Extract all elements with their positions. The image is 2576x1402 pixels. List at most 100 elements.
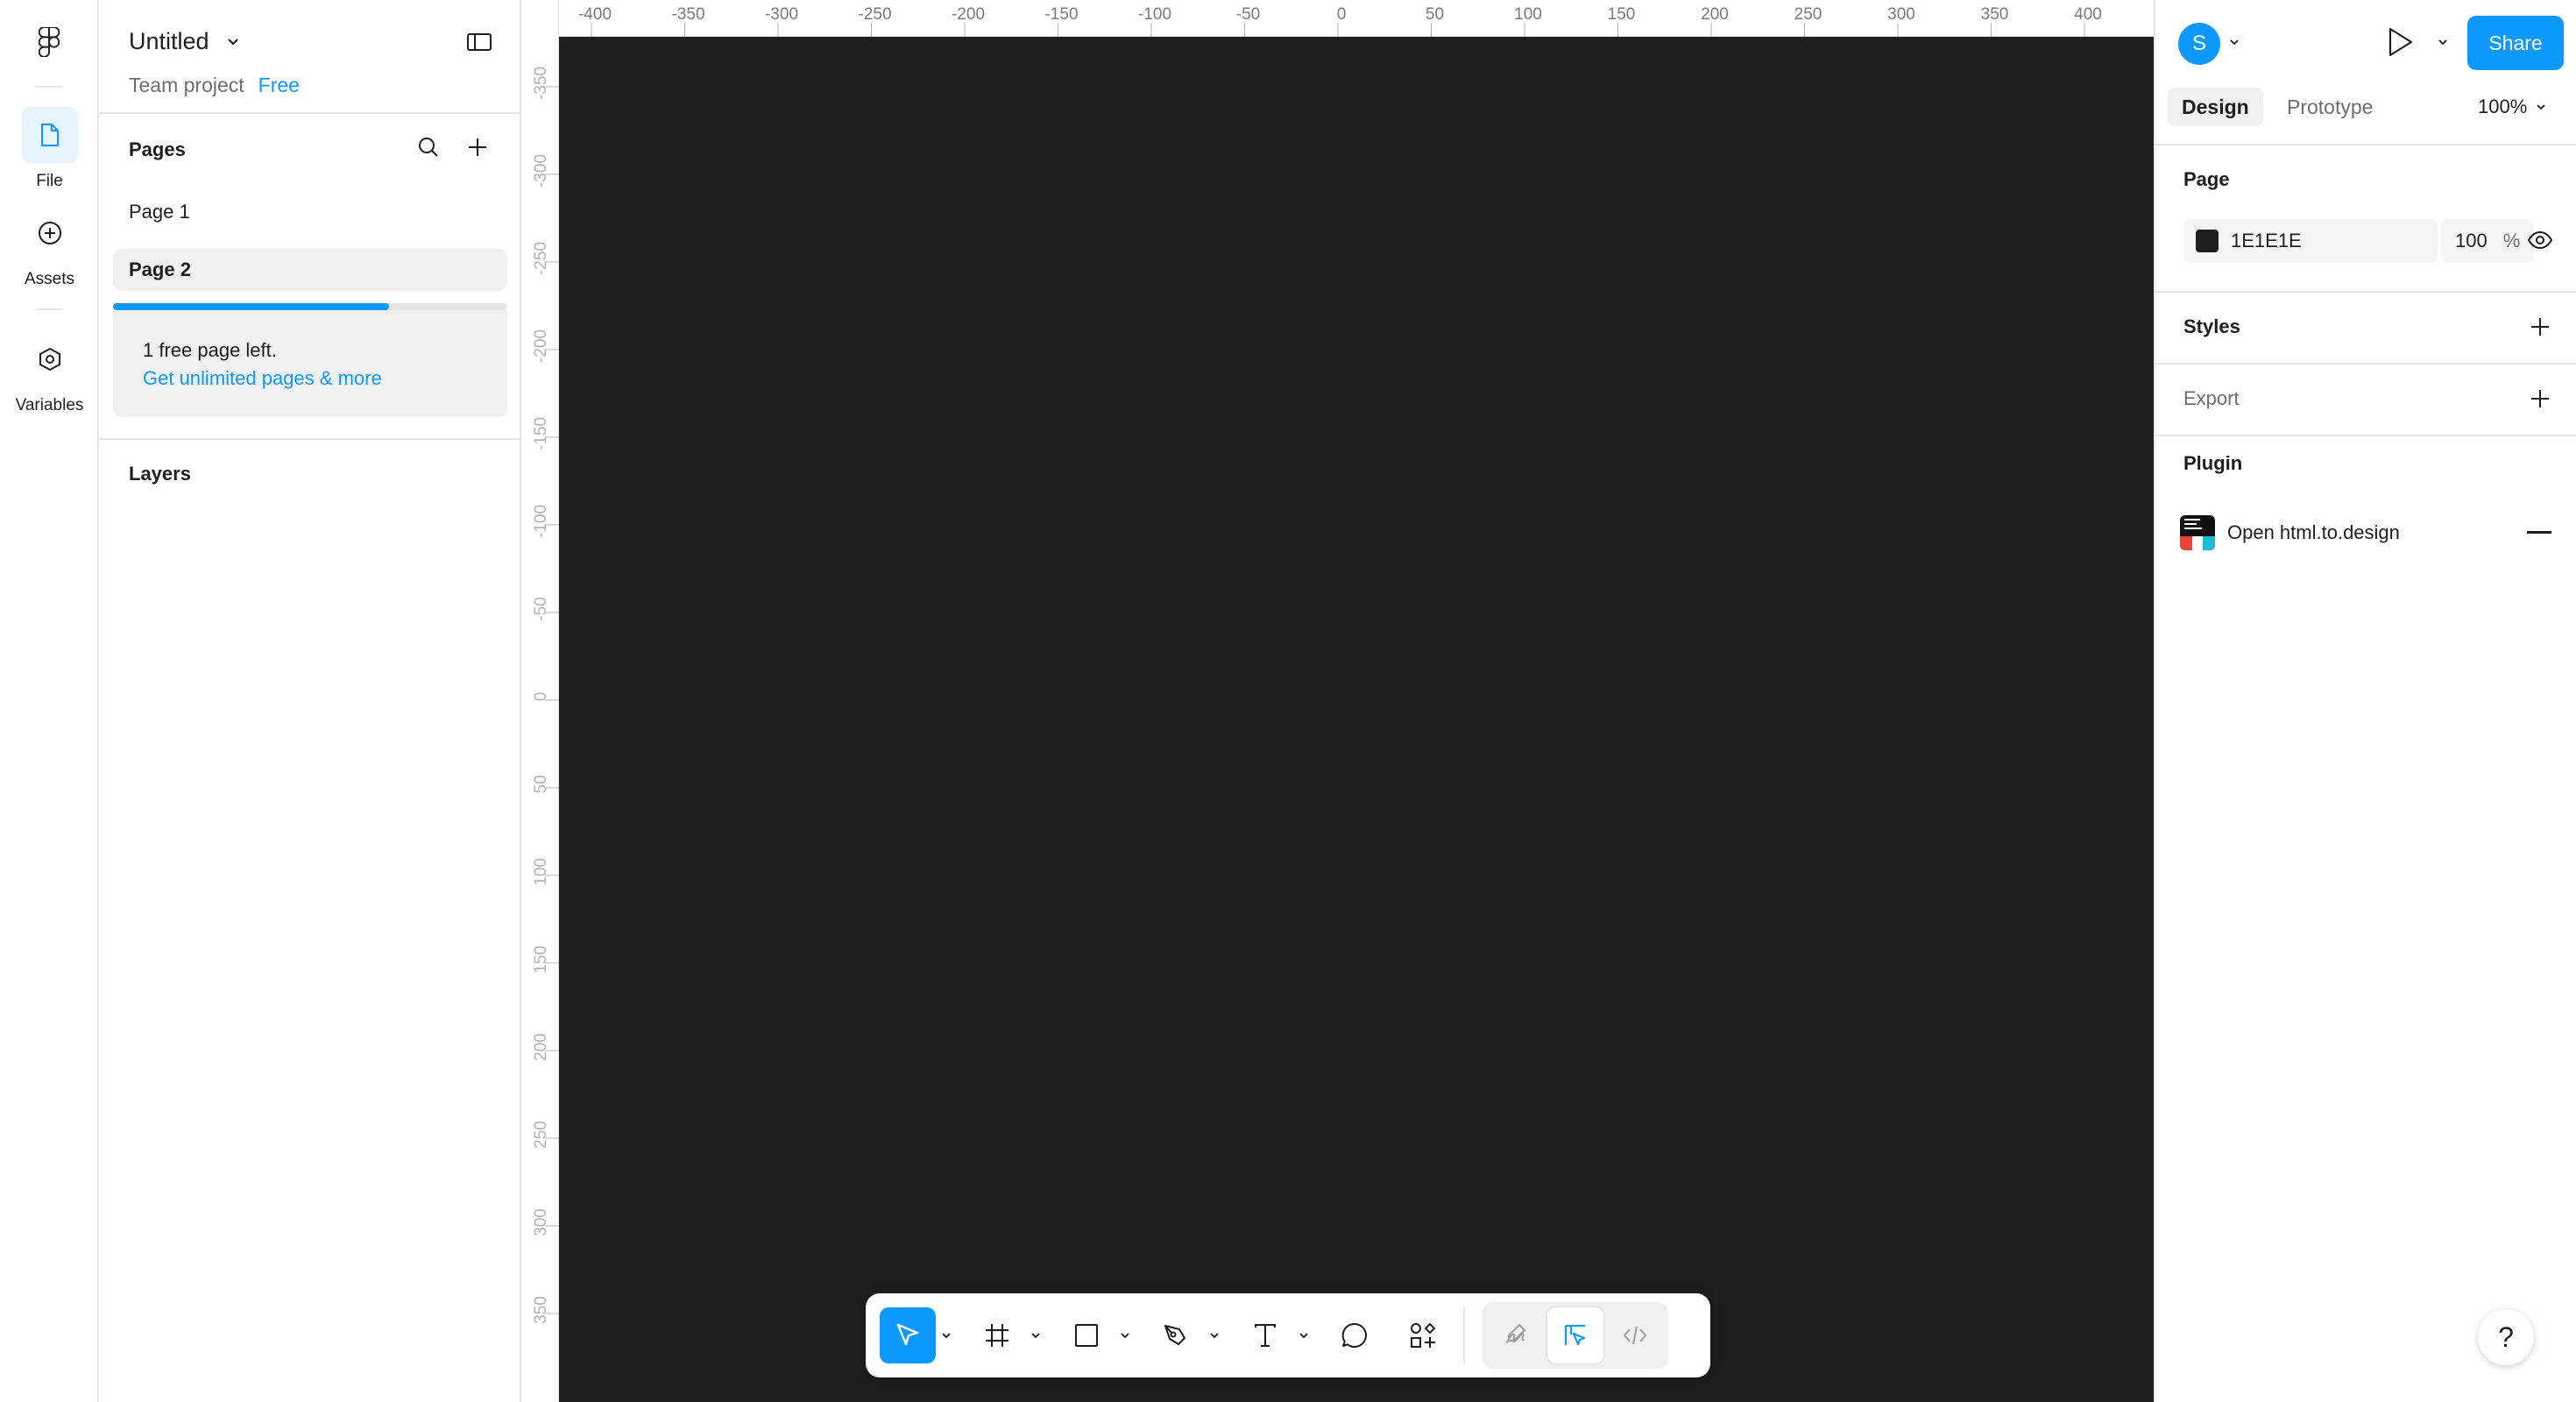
horizontal-ruler: -400 -350 -300 -250 -200 -150 -100 -50 0 50 100 150… [559, 0, 2154, 37]
move-tool-menu[interactable] [936, 1307, 957, 1363]
ruler-label: -350 [532, 67, 550, 100]
rail-item-variables[interactable]: Variables [0, 331, 99, 415]
avatar-menu[interactable] [2229, 39, 2240, 46]
user-avatar[interactable]: S [2178, 23, 2220, 65]
vertical-ruler: -350 -300 -250 -200 -150 -100 -50 0 50 100 150 200 2… [521, 0, 559, 1402]
ruler-label: -50 [532, 597, 550, 620]
ruler-label: 100 [532, 858, 550, 886]
file-title-menu[interactable]: Untitled [129, 28, 239, 55]
ruler-label: -200 [952, 5, 985, 24]
text-tool-menu[interactable] [1293, 1307, 1314, 1363]
ruler-label: -250 [532, 242, 550, 275]
shape-tool-menu[interactable] [1115, 1307, 1136, 1363]
page-item[interactable]: Page 1 [113, 191, 507, 233]
text-tool-button[interactable] [1237, 1307, 1293, 1363]
rail-item-file[interactable]: File [0, 107, 99, 191]
canvas[interactable] [559, 37, 2154, 1402]
rail-divider [35, 308, 63, 310]
mode-switcher [1483, 1302, 1668, 1369]
plus-icon [469, 138, 486, 156]
add-style-button[interactable] [2529, 315, 2551, 338]
chevron-down-icon [1121, 1333, 1129, 1339]
styles-divider [2155, 363, 2576, 365]
ruler-label: -150 [1044, 5, 1078, 24]
chevron-down-icon [2438, 39, 2447, 46]
rectangle-tool-button[interactable] [1058, 1307, 1115, 1363]
page-color-field[interactable]: 1E1E1E [2183, 219, 2438, 263]
tab-design[interactable]: Design [2168, 88, 2263, 126]
page-item-selected[interactable]: Page 2 [113, 249, 507, 291]
color-swatch[interactable] [2196, 230, 2219, 252]
ruler-label: -250 [858, 5, 891, 24]
search-pages-button[interactable] [416, 135, 441, 159]
plugin-section-title: Plugin [2183, 452, 2243, 474]
tab-prototype[interactable]: Prototype [2273, 88, 2387, 126]
add-export-button[interactable] [2529, 387, 2551, 410]
share-button[interactable]: Share [2467, 16, 2564, 70]
layers-header: Layers [129, 463, 191, 485]
rail-label-assets: Assets [24, 270, 75, 288]
export-section-title: Export [2183, 387, 2240, 409]
rectangle-icon [1075, 1324, 1098, 1347]
chevron-down-icon [227, 38, 238, 45]
collapse-plugin-button[interactable] [2527, 531, 2551, 534]
toggle-sidebar-button[interactable] [462, 28, 497, 56]
page-opacity-value[interactable]: 100 [2455, 230, 2488, 252]
page-color-hex[interactable]: 1E1E1E [2231, 230, 2302, 252]
ruler-label: -100 [532, 505, 550, 538]
move-cursor-icon [896, 1323, 919, 1346]
ruler-label: -300 [532, 154, 550, 188]
main-menu-button[interactable] [32, 25, 67, 60]
zoom-control[interactable]: 100% [2478, 88, 2546, 126]
ruler-label: 300 [1887, 5, 1915, 24]
plus-icon [2531, 318, 2549, 336]
ruler-label: 350 [532, 1296, 550, 1324]
text-icon [1255, 1324, 1276, 1347]
help-button[interactable]: ? [2478, 1309, 2534, 1365]
ruler-label: 200 [532, 1033, 550, 1061]
styles-section-title: Styles [2183, 315, 2240, 337]
ruler-label: -400 [578, 5, 612, 24]
html-to-design-icon [2180, 515, 2215, 550]
left-panel: Untitled Team project Free Pages Page 1 … [99, 0, 521, 1402]
plugin-item[interactable]: Open html.to.design [2180, 515, 2400, 550]
project-line: Team project Free [129, 74, 300, 97]
plus-icon [2531, 390, 2549, 407]
frame-tool-button[interactable] [969, 1307, 1025, 1363]
actions-tool-button[interactable] [1395, 1307, 1451, 1363]
rail-label-variables: Variables [15, 396, 84, 414]
ruler-label: 300 [532, 1208, 550, 1236]
rail-label-file: File [36, 172, 63, 190]
pen-tool-button[interactable] [1148, 1307, 1204, 1363]
upsell-link[interactable]: Get unlimited pages & more [143, 365, 478, 393]
project-name[interactable]: Team project [129, 74, 244, 97]
add-page-button[interactable] [465, 135, 490, 159]
file-icon [40, 124, 59, 146]
pen-tool-menu[interactable] [1204, 1307, 1225, 1363]
dev-mode-button[interactable] [1607, 1307, 1663, 1363]
code-icon [1623, 1326, 1647, 1345]
chevron-down-icon [1299, 1333, 1308, 1339]
frame-tool-menu[interactable] [1025, 1307, 1046, 1363]
page-opacity-field[interactable]: 100 % [2441, 219, 2534, 263]
rail-item-assets[interactable]: Assets [0, 205, 99, 289]
plan-badge[interactable]: Free [258, 74, 300, 97]
ruler-label: -150 [532, 417, 550, 450]
draw-mode-button[interactable] [1488, 1307, 1544, 1363]
present-options[interactable] [2438, 39, 2448, 46]
upsell-card: 1 free page left. Get unlimited pages & … [113, 310, 507, 417]
comment-tool-button[interactable] [1327, 1307, 1383, 1363]
upsell-text: 1 free page left. [143, 339, 277, 361]
page-quota-fill [113, 303, 389, 310]
present-button[interactable] [2385, 26, 2415, 58]
toggle-visibility-button[interactable] [2527, 230, 2553, 251]
eye-icon [2527, 230, 2553, 250]
rail-divider [35, 86, 63, 88]
page-quota-bar [113, 303, 507, 310]
horizontal-ruler-svg: -400 -350 -300 -250 -200 -150 -100 -50 0 50 100 150… [578, 5, 2102, 37]
sidebar-icon [467, 33, 492, 51]
chevron-down-icon [2537, 104, 2545, 110]
move-tool-button[interactable] [880, 1307, 936, 1363]
design-mode-button[interactable] [1547, 1307, 1603, 1363]
file-title: Untitled [129, 28, 209, 54]
